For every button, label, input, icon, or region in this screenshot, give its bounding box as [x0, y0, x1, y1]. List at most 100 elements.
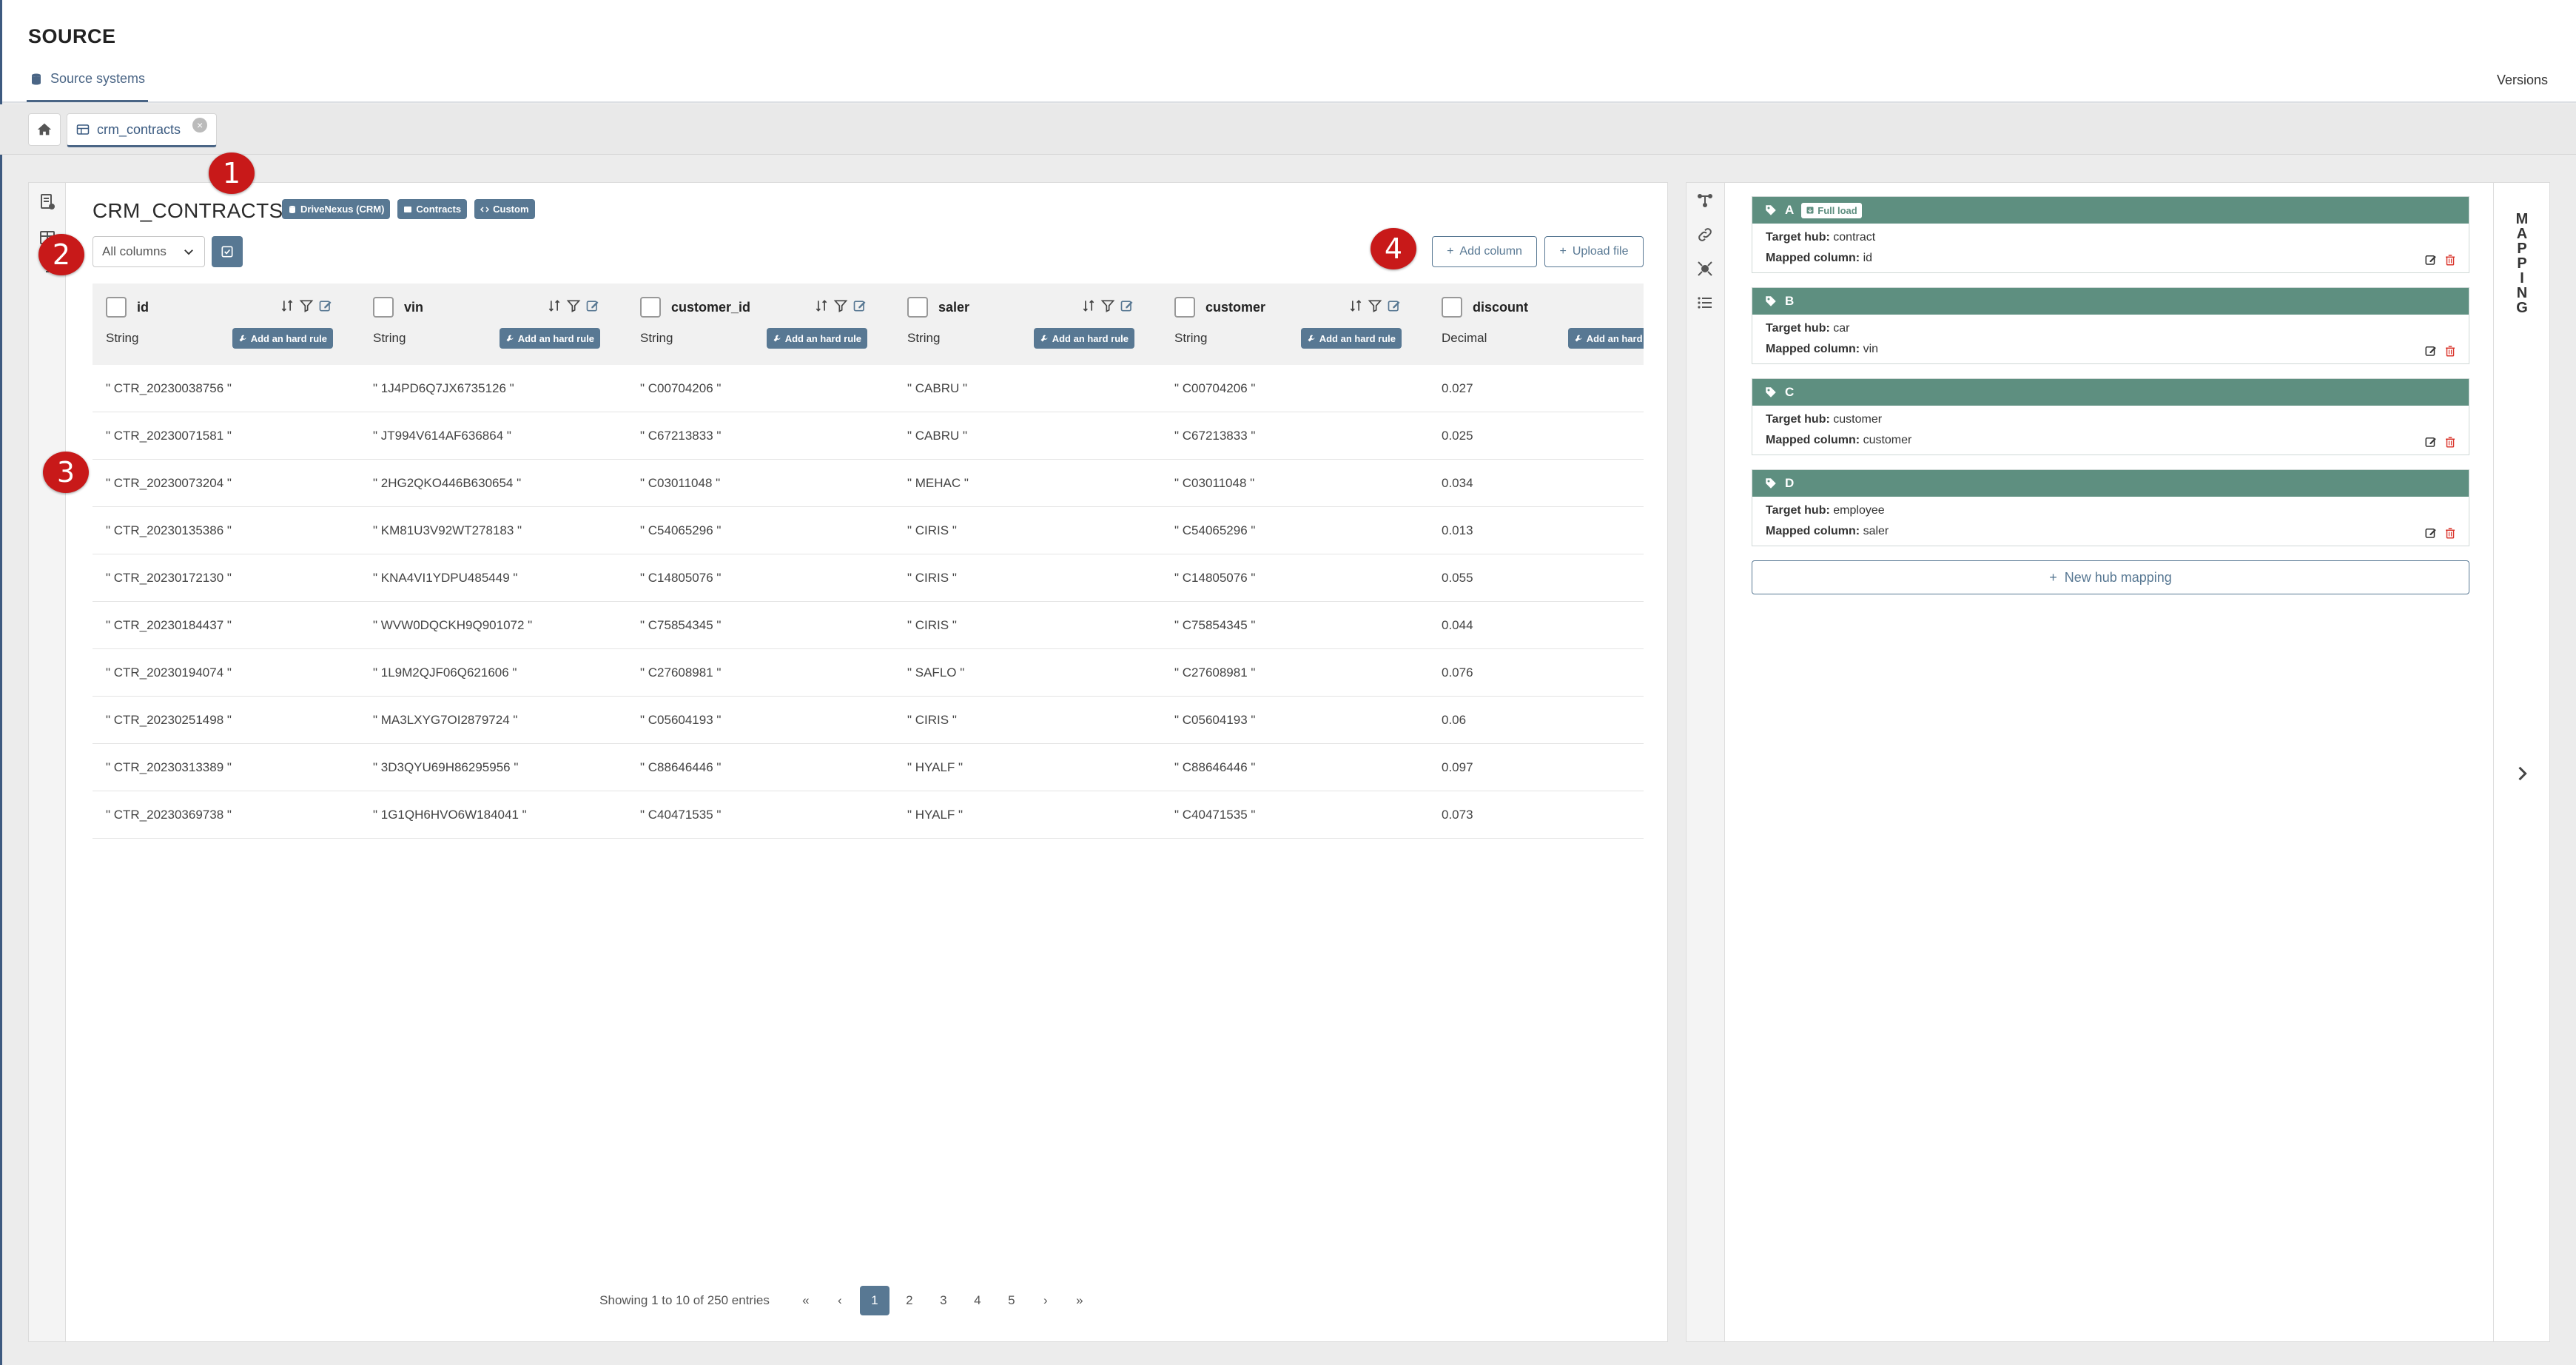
chevron-right-icon[interactable] — [2512, 763, 2532, 784]
edit-icon[interactable] — [318, 298, 333, 313]
edit-icon[interactable] — [2424, 344, 2438, 358]
badge-label: Contracts — [416, 204, 462, 215]
table-row[interactable]: " CTR_20230135386 " " KM81U3V92WT278183 "… — [93, 507, 1644, 554]
sort-icon[interactable] — [814, 298, 829, 313]
select-all-columns-button[interactable] — [212, 236, 243, 267]
column-checkbox[interactable] — [1442, 297, 1462, 318]
mapped-column-line: Mapped column: id — [1766, 252, 1872, 265]
close-tab-icon[interactable]: × — [192, 118, 208, 133]
trash-icon[interactable] — [2444, 435, 2457, 449]
page-button-3[interactable]: 3 — [927, 1286, 961, 1315]
add-hard-rule-button[interactable]: Add an hard rule — [766, 328, 867, 349]
table-row[interactable]: " CTR_20230071581 " " JT994V614AF636864 "… — [93, 412, 1644, 460]
table-cell-saler: " CABRU " — [907, 429, 968, 443]
sort-icon[interactable] — [547, 298, 562, 313]
hub-card-actions — [2424, 526, 2457, 540]
add-hard-rule-button[interactable]: Add an hard rule — [1300, 328, 1402, 349]
page-button-2[interactable]: 2 — [892, 1286, 927, 1315]
column-checkbox[interactable] — [640, 297, 661, 318]
filter-icon[interactable] — [1368, 298, 1382, 313]
last-page-button[interactable]: » — [1063, 1286, 1097, 1315]
table-row[interactable]: " CTR_20230073204 " " 2HG2QKO446B630654 "… — [93, 460, 1644, 507]
hub-letter: B — [1785, 294, 1795, 308]
tag-icon — [1766, 387, 1776, 398]
edit-icon[interactable] — [1120, 298, 1134, 313]
new-hub-mapping-button[interactable]: + New hub mapping — [1752, 560, 2469, 594]
rule-button-label: Add an hard rule — [1052, 332, 1129, 344]
versions-link[interactable]: Versions — [2497, 73, 2548, 88]
upload-file-button[interactable]: + Upload file — [1544, 236, 1644, 267]
column-name: vin — [404, 300, 424, 315]
annotation-marker-2: 2 — [38, 234, 84, 275]
page-button-5[interactable]: 5 — [995, 1286, 1029, 1315]
edit-icon[interactable] — [852, 298, 867, 313]
details-icon[interactable] — [37, 192, 58, 212]
filter-icon[interactable] — [1100, 298, 1115, 313]
add-hard-rule-button[interactable]: Add an hard rule — [1567, 328, 1644, 349]
add-hard-rule-button[interactable]: Add an hard rule — [232, 328, 333, 349]
mapped-column-label: Mapped column: — [1766, 252, 1860, 264]
add-hard-rule-button[interactable]: Add an hard rule — [1033, 328, 1134, 349]
trash-icon[interactable] — [2444, 344, 2457, 358]
first-page-button[interactable]: « — [789, 1286, 823, 1315]
table-cell-customer_id: " C00704206 " — [640, 381, 722, 395]
page-button-4[interactable]: 4 — [961, 1286, 995, 1315]
sort-icon[interactable] — [280, 298, 295, 313]
table-row[interactable]: " CTR_20230369738 " " 1G1QH6HVO6W184041 "… — [93, 791, 1644, 839]
table-row[interactable]: " CTR_20230313389 " " 3D3QYU69H86295956 "… — [93, 744, 1644, 791]
edit-icon[interactable] — [2424, 253, 2438, 266]
column-header-discount: discount Decimal Add an hard rule — [1428, 284, 1644, 365]
table-row[interactable]: " CTR_20230038756 " " 1J4PD6Q7JX6735126 "… — [93, 365, 1644, 412]
column-checkbox[interactable] — [373, 297, 394, 318]
mapping-collapse-bar[interactable]: MAPPING — [2493, 183, 2549, 1341]
data-table: id String Add an hard rule vin String Add an … — [93, 284, 1644, 846]
add-hard-rule-button[interactable]: Add an hard rule — [499, 328, 600, 349]
list-icon[interactable] — [1695, 292, 1715, 313]
badge-source-system: DriveNexus (CRM) — [282, 199, 391, 219]
sort-icon[interactable] — [1348, 298, 1363, 313]
hub-letter: A — [1785, 203, 1795, 217]
edit-icon[interactable] — [2424, 435, 2438, 449]
column-checkbox[interactable] — [1174, 297, 1195, 318]
filter-icon[interactable] — [833, 298, 848, 313]
prev-page-button[interactable]: ‹ — [823, 1286, 857, 1315]
trash-icon[interactable] — [2444, 526, 2457, 540]
table-cell-discount: 0.076 — [1442, 665, 1473, 680]
tab-crm-contracts[interactable]: crm_contracts × — [67, 113, 218, 147]
next-page-button[interactable]: › — [1029, 1286, 1063, 1315]
column-filter-select[interactable]: All columns — [93, 236, 205, 267]
home-tab[interactable] — [28, 113, 61, 146]
nav-tab-source-systems[interactable]: Source systems — [27, 71, 149, 102]
satellite-icon[interactable] — [1695, 258, 1715, 279]
add-column-button[interactable]: + Add column — [1432, 236, 1537, 267]
column-checkbox[interactable] — [106, 297, 127, 318]
hub-tree-icon[interactable] — [1695, 190, 1715, 211]
table-icon — [76, 124, 90, 135]
annotation-marker-3: 3 — [43, 452, 89, 493]
page-button-1[interactable]: 1 — [859, 1286, 890, 1315]
target-hub-label: Target hub: — [1766, 322, 1830, 335]
table-row[interactable]: " CTR_20230184437 " " WVW0DQCKH9Q901072 "… — [93, 602, 1644, 649]
target-hub-line: Target hub: contract — [1766, 231, 1875, 244]
edit-icon[interactable] — [585, 298, 600, 313]
filter-icon[interactable] — [566, 298, 581, 313]
trash-icon[interactable] — [2444, 253, 2457, 266]
table-cell-customer_id: " C67213833 " — [640, 429, 722, 443]
column-checkbox[interactable] — [907, 297, 928, 318]
table-row[interactable]: " CTR_20230172130 " " KNA4VI1YDPU485449 "… — [93, 554, 1644, 602]
database-icon — [32, 73, 41, 85]
load-type-badge: Full load — [1801, 202, 1862, 218]
target-hub-value: car — [1833, 322, 1850, 335]
link-icon[interactable] — [1695, 224, 1715, 245]
table-row[interactable]: " CTR_20230194074 " " 1L9M2QJF06Q621606 "… — [93, 649, 1644, 697]
filter-icon[interactable] — [299, 298, 314, 313]
table-row[interactable]: " CTR_20230251498 " " MA3LXYG7OI2879724 "… — [93, 697, 1644, 744]
mapped-column-line: Mapped column: saler — [1766, 525, 1889, 538]
sort-icon[interactable] — [1081, 298, 1096, 313]
mapped-column-value: vin — [1863, 343, 1879, 355]
edit-icon[interactable] — [1387, 298, 1402, 313]
hub-card-actions — [2424, 253, 2457, 266]
edit-icon[interactable] — [2424, 526, 2438, 540]
badge-type: Custom — [474, 199, 535, 219]
mapped-column-line: Mapped column: vin — [1766, 343, 1878, 356]
